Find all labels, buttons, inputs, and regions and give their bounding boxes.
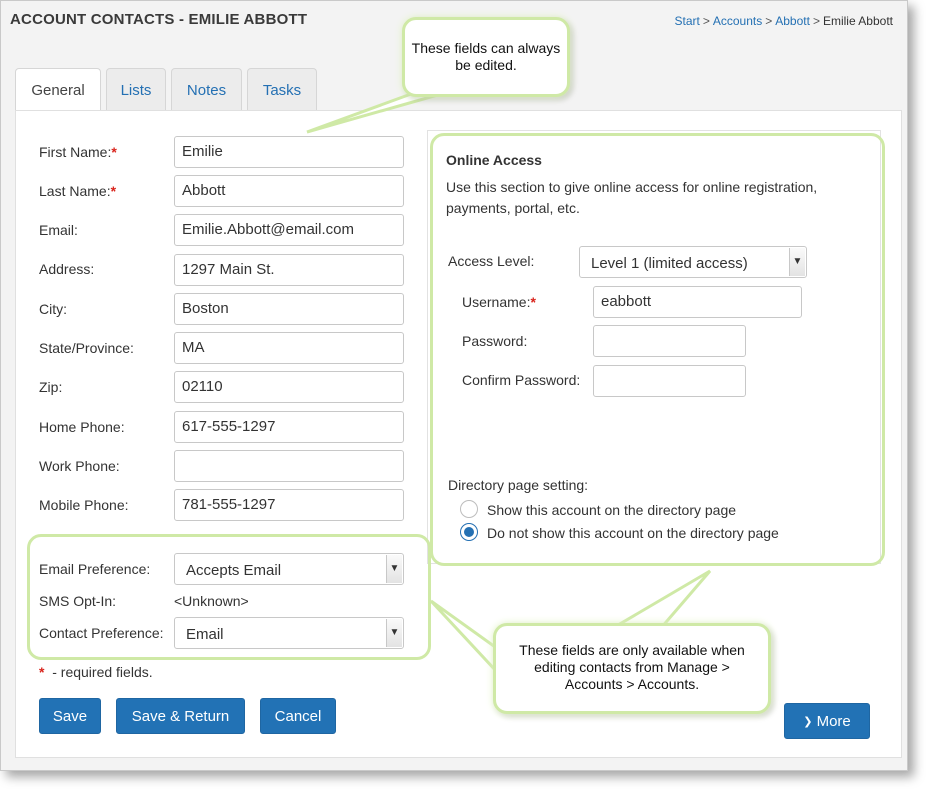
- top-callout-text: These fields can always be edited.: [411, 40, 561, 73]
- breadcrumb-abbott-link[interactable]: Abbott: [775, 14, 810, 28]
- cancel-button[interactable]: Cancel: [260, 698, 336, 734]
- required-asterisk: *: [110, 183, 117, 199]
- sms-opt-in-value: <Unknown>: [174, 593, 249, 609]
- access-level-select[interactable]: Level 1 (limited access) ▼: [579, 246, 807, 278]
- confirm-password-input[interactable]: [593, 365, 746, 397]
- access-level-value: Level 1 (limited access): [591, 255, 748, 272]
- username-input[interactable]: eabbott: [593, 286, 802, 318]
- contact-preference-label: Contact Preference:: [39, 625, 164, 641]
- city-label: City:: [39, 301, 67, 317]
- email-input[interactable]: Emilie.Abbott@email.com: [174, 214, 404, 246]
- chevron-down-icon: ▼: [386, 619, 402, 647]
- email-preference-select[interactable]: Accepts Email ▼: [174, 553, 404, 585]
- breadcrumb-separator: >: [812, 14, 820, 28]
- page-title: ACCOUNT CONTACTS - EMILIE ABBOTT: [10, 11, 308, 28]
- tab-notes[interactable]: Notes: [171, 68, 242, 111]
- more-button[interactable]: ❯ More: [784, 703, 870, 739]
- contact-preference-value: Email: [186, 626, 224, 643]
- access-level-label: Access Level:: [448, 253, 535, 269]
- required-asterisk: *: [111, 144, 117, 160]
- breadcrumb-separator: >: [765, 14, 773, 28]
- password-label: Password:: [462, 333, 528, 349]
- username-label: Username:*: [462, 294, 536, 310]
- state-province-label: State/Province:: [39, 340, 134, 356]
- email-label: Email:: [39, 222, 78, 238]
- bottom-callout: These fields are only available when edi…: [493, 623, 771, 714]
- chevron-down-icon: ▼: [789, 248, 805, 276]
- work-phone-label: Work Phone:: [39, 458, 120, 474]
- more-button-label: More: [816, 713, 851, 730]
- sms-opt-in-label: SMS Opt-In:: [39, 593, 117, 609]
- zip-label: Zip:: [39, 379, 63, 395]
- breadcrumb-accounts-link[interactable]: Accounts: [713, 14, 762, 28]
- breadcrumb-separator: >: [702, 14, 710, 28]
- directory-show-radio[interactable]: [460, 500, 478, 518]
- directory-hide-label[interactable]: Do not show this account on the director…: [487, 525, 779, 541]
- online-access-title: Online Access: [446, 152, 542, 168]
- last-name-label: Last Name:*: [39, 183, 117, 199]
- window-frame: ACCOUNT CONTACTS - EMILIE ABBOTT Start > A…: [0, 0, 908, 771]
- directory-setting-label: Directory page setting:: [448, 477, 589, 493]
- required-asterisk: *: [530, 294, 536, 310]
- mobile-phone-input[interactable]: 781-555-1297: [174, 489, 404, 521]
- directory-hide-radio[interactable]: [460, 523, 478, 541]
- chevron-down-icon: ❯: [803, 716, 813, 728]
- top-callout: These fields can always be edited.: [402, 17, 570, 97]
- work-phone-input[interactable]: [174, 450, 404, 482]
- address-label: Address:: [39, 261, 95, 277]
- city-input[interactable]: Boston: [174, 293, 404, 325]
- chevron-down-icon: ▼: [386, 555, 402, 583]
- breadcrumb-current: Emilie Abbott: [822, 14, 893, 28]
- password-input[interactable]: [593, 325, 746, 357]
- email-preference-label: Email Preference:: [39, 561, 151, 577]
- first-name-input[interactable]: Emilie: [174, 136, 404, 168]
- address-input[interactable]: 1297 Main St.: [174, 254, 404, 286]
- zip-input[interactable]: 02110: [174, 371, 404, 403]
- last-name-input[interactable]: Abbott: [174, 175, 404, 207]
- online-access-description: Use this section to give online access f…: [446, 179, 818, 216]
- save-return-button[interactable]: Save & Return: [116, 698, 245, 734]
- first-name-label: First Name:*: [39, 144, 117, 160]
- required-asterisk: *: [39, 664, 45, 680]
- state-province-input[interactable]: MA: [174, 332, 404, 364]
- mobile-phone-label: Mobile Phone:: [39, 497, 129, 513]
- save-button[interactable]: Save: [39, 698, 101, 734]
- confirm-password-label: Confirm Password:: [462, 372, 581, 388]
- tab-lists[interactable]: Lists: [106, 68, 166, 111]
- online-access-section: Online Access Use this section to give o…: [427, 130, 881, 564]
- tab-general[interactable]: General: [15, 68, 101, 112]
- breadcrumb-start-link[interactable]: Start: [675, 14, 700, 28]
- breadcrumb: Start > Accounts > Abbott > Emilie Abbott: [675, 14, 894, 28]
- required-fields-note: * - required fields.: [39, 664, 153, 680]
- directory-show-label[interactable]: Show this account on the directory page: [487, 502, 736, 518]
- tab-tasks[interactable]: Tasks: [247, 68, 317, 111]
- home-phone-label: Home Phone:: [39, 419, 125, 435]
- home-phone-input[interactable]: 617-555-1297: [174, 411, 404, 443]
- contact-preference-select[interactable]: Email ▼: [174, 617, 404, 649]
- bottom-callout-text: These fields are only available when edi…: [519, 642, 745, 692]
- email-preference-value: Accepts Email: [186, 562, 282, 579]
